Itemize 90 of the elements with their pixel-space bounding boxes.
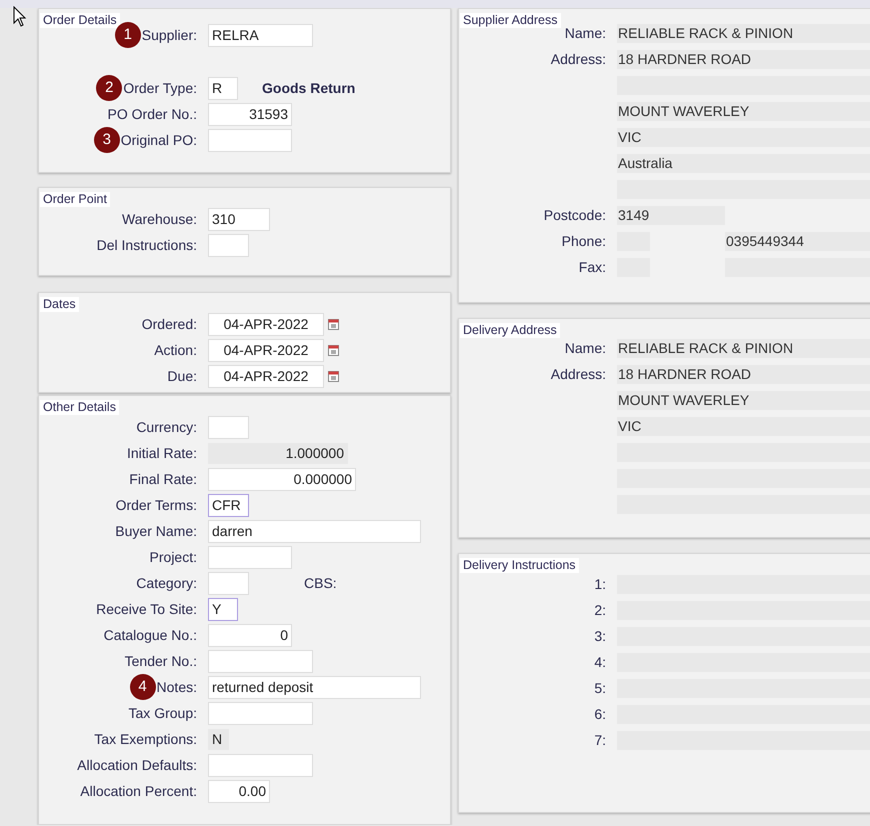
field-label: Action: <box>154 340 197 360</box>
input-field[interactable]: 0 <box>208 624 292 646</box>
field-label: 5: <box>593 678 606 698</box>
readonly-field: MOUNT WAVERLEY <box>617 102 870 120</box>
input-field[interactable] <box>208 650 313 672</box>
field-label: Tax Exemptions: <box>94 730 197 749</box>
field-label: Order Type: <box>123 78 197 98</box>
field-label: Project: <box>150 548 197 567</box>
step-marker: 4 <box>130 674 156 700</box>
field-label: Fax: <box>578 258 606 276</box>
readonly-field: 3149 <box>617 206 725 224</box>
date-field[interactable]: 04-APR-2022 <box>208 312 324 336</box>
field-label: Initial Rate: <box>126 444 197 462</box>
field-label: Order Terms: <box>116 496 197 514</box>
field-label: 4: <box>593 652 606 672</box>
input-field[interactable]: CFR <box>208 494 249 516</box>
readonly-field: Australia <box>617 154 870 172</box>
readonly-field: 18 HARDNER ROAD <box>617 364 870 384</box>
input-field[interactable] <box>208 416 249 438</box>
field-label: Original PO: <box>120 130 197 150</box>
field-label: Currency: <box>136 418 197 437</box>
readonly-field: RELIABLE RACK & PINION <box>617 24 870 42</box>
section-title: Order Point <box>40 192 110 207</box>
step-marker: 2 <box>96 75 122 101</box>
field-label: Notes: <box>156 678 197 696</box>
field-label: 7: <box>593 730 606 750</box>
section-title: Dates <box>40 297 79 312</box>
step-marker: 1 <box>114 22 141 48</box>
section-title: Supplier Address <box>460 13 561 28</box>
field-label: Receive To Site: <box>96 600 197 618</box>
readonly-field: 0395449344 <box>725 232 870 250</box>
field-label: Name: <box>564 338 606 358</box>
input-field[interactable] <box>208 128 292 152</box>
field-label: CBS: <box>304 574 337 592</box>
order-type-description: Goods Return <box>262 78 356 98</box>
field-label: Allocation Defaults: <box>77 756 197 774</box>
field-label: PO Order No.: <box>108 104 197 124</box>
readonly-value: N <box>208 728 229 750</box>
field-label: Address: <box>550 50 606 68</box>
field-label: Category: <box>136 574 197 593</box>
field-label: Tender No.: <box>124 652 197 670</box>
input-field[interactable]: 0.00 <box>208 780 270 802</box>
section-title: Delivery Address <box>460 323 560 338</box>
readonly-field: VIC <box>617 416 870 436</box>
section-title: Order Details <box>40 13 120 28</box>
input-field[interactable]: 31593 <box>208 102 292 126</box>
field-label: 6: <box>593 704 606 724</box>
calendar-icon[interactable] <box>328 370 339 382</box>
readonly-field: VIC <box>617 128 870 146</box>
input-field[interactable]: returned deposit <box>208 676 421 698</box>
step-marker: 3 <box>94 127 120 153</box>
field-label: 2: <box>593 600 606 620</box>
field-label: Buyer Name: <box>115 522 197 541</box>
input-field[interactable]: R <box>208 76 238 100</box>
field-label: Tax Group: <box>128 704 197 723</box>
input-field[interactable]: RELRA <box>208 24 313 46</box>
field-label: 3: <box>593 626 606 646</box>
input-field[interactable]: 310 <box>208 208 270 230</box>
field-label: Address: <box>550 364 606 384</box>
input-field[interactable] <box>208 234 249 256</box>
field-label: Name: <box>564 24 606 42</box>
input-field[interactable]: Y <box>208 598 238 620</box>
input-field[interactable] <box>208 546 292 568</box>
field-label: 1: <box>593 574 606 594</box>
section-title: Other Details <box>40 400 119 415</box>
calendar-icon[interactable] <box>328 318 339 330</box>
section-title: Delivery Instructions <box>460 558 579 573</box>
field-label: Ordered: <box>142 314 197 334</box>
input-field[interactable] <box>208 702 313 724</box>
input-field[interactable]: 0.000000 <box>208 468 356 490</box>
date-field[interactable]: 04-APR-2022 <box>208 364 324 388</box>
field-label: Postcode: <box>542 206 606 224</box>
readonly-field: 18 HARDNER ROAD <box>617 50 870 68</box>
readonly-field: MOUNT WAVERLEY <box>617 390 870 410</box>
field-label: Final Rate: <box>129 470 197 488</box>
field-label: Supplier: <box>142 26 197 45</box>
readonly-value: 1.000000 <box>208 442 348 464</box>
field-label: Catalogue No.: <box>104 626 197 645</box>
input-field[interactable] <box>208 754 313 776</box>
field-label: Warehouse: <box>122 210 197 228</box>
field-label: Phone: <box>560 232 606 250</box>
readonly-field: RELIABLE RACK & PINION <box>617 338 870 358</box>
input-field[interactable] <box>208 572 249 594</box>
date-field[interactable]: 04-APR-2022 <box>208 338 324 362</box>
mouse-cursor-icon <box>13 6 27 28</box>
field-label: Allocation Percent: <box>80 782 197 800</box>
input-field[interactable]: darren <box>208 520 421 542</box>
field-label: Due: <box>167 366 197 386</box>
calendar-icon[interactable] <box>328 344 339 356</box>
field-label: Del Instructions: <box>96 236 197 254</box>
